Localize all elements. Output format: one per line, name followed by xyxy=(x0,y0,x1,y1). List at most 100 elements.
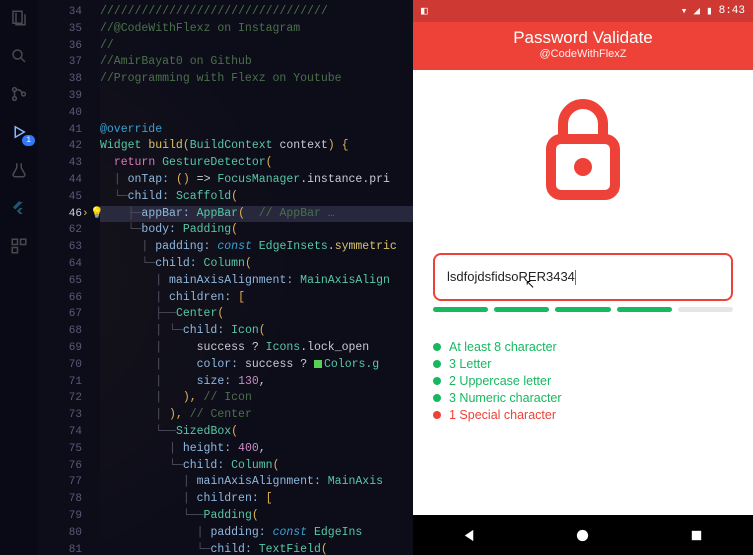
code-line[interactable]: | children: [ xyxy=(100,491,413,508)
code-line[interactable]: | ), // Center xyxy=(100,407,413,424)
code-line[interactable]: // xyxy=(100,38,413,55)
rule-text: 2 Uppercase letter xyxy=(449,374,551,388)
line-number: 35 xyxy=(38,21,100,38)
password-value: lsdfojdsfidsoRER3434 xyxy=(447,269,575,284)
app-bar: Password Validate @CodeWithFlexZ xyxy=(413,22,753,70)
validation-rule: 3 Numeric character xyxy=(433,389,733,406)
line-number: 62 xyxy=(38,222,100,239)
password-input[interactable]: lsdfojdsfidsoRER3434 ↖ xyxy=(433,253,733,301)
line-number: 43 xyxy=(38,155,100,172)
code-line[interactable]: | height: 400, xyxy=(100,441,413,458)
rule-text: 3 Numeric character xyxy=(449,391,562,405)
line-number: 41 xyxy=(38,122,100,139)
code-line[interactable]: └──Padding( xyxy=(100,508,413,525)
validation-rule: 1 Special character xyxy=(433,406,733,423)
code-line[interactable]: Widget build(BuildContext context) { xyxy=(100,138,413,155)
code-line[interactable] xyxy=(100,88,413,105)
code-line[interactable]: | padding: const EdgeIns xyxy=(100,525,413,542)
code-area[interactable]: ///////////////////////////////////@Code… xyxy=(100,0,413,555)
code-line[interactable]: | mainAxisAlignment: MainAxis xyxy=(100,474,413,491)
flutter-icon[interactable] xyxy=(9,198,29,218)
source-control-icon[interactable] xyxy=(9,84,29,104)
code-line[interactable]: | size: 130, xyxy=(100,374,413,391)
code-line[interactable]: | children: [ xyxy=(100,290,413,307)
line-number: 67 xyxy=(38,306,100,323)
recents-button[interactable] xyxy=(689,528,704,543)
strength-meter xyxy=(433,307,733,312)
rule-text: 3 Letter xyxy=(449,357,491,371)
strength-segment xyxy=(678,307,733,312)
mouse-cursor-icon: ↖ xyxy=(525,277,535,291)
code-line[interactable]: └─child: Scaffold( xyxy=(100,189,413,206)
line-number: 81 xyxy=(38,542,100,555)
line-number: 37 xyxy=(38,54,100,71)
code-line[interactable]: ├──Center( xyxy=(100,306,413,323)
code-line[interactable] xyxy=(100,105,413,122)
line-number: 36 xyxy=(38,38,100,55)
code-line[interactable]: | success ? Icons.lock_open xyxy=(100,340,413,357)
search-icon[interactable] xyxy=(9,46,29,66)
android-status-bar: ◧ ▾ ◢ ▮ 8:43 xyxy=(413,0,753,22)
validation-rule: 3 Letter xyxy=(433,355,733,372)
code-line[interactable]: └─child: TextField( xyxy=(100,542,413,555)
app-body: lsdfojdsfidsoRER3434 ↖ At least 8 charac… xyxy=(413,70,753,515)
app-title: Password Validate xyxy=(413,28,753,48)
line-number: 39 xyxy=(38,88,100,105)
line-number: 40 xyxy=(38,105,100,122)
debug-icon[interactable] xyxy=(9,122,29,142)
rule-status-icon xyxy=(433,360,441,368)
line-number: 76 xyxy=(38,458,100,475)
battery-icon: ▮ xyxy=(706,4,713,18)
line-number: 75 xyxy=(38,441,100,458)
code-line[interactable]: | └─child: Icon( xyxy=(100,323,413,340)
rule-status-icon xyxy=(433,411,441,419)
code-line[interactable]: //@CodeWithFlexz on Instagram xyxy=(100,21,413,38)
line-number: 66 xyxy=(38,290,100,307)
code-line[interactable]: //Programming with Flexz on Youtube xyxy=(100,71,413,88)
code-line[interactable]: └─body: Padding( xyxy=(100,222,413,239)
line-number: 68 xyxy=(38,323,100,340)
code-line[interactable]: | ), // Icon xyxy=(100,390,413,407)
line-number: 34 xyxy=(38,4,100,21)
activity-bar xyxy=(0,0,38,555)
line-number: 63 xyxy=(38,239,100,256)
signal-icon: ◢ xyxy=(693,4,700,18)
line-number: 42 xyxy=(38,138,100,155)
code-line[interactable]: | color: success ? Colors.g xyxy=(100,357,413,374)
code-line[interactable]: | onTap: () => FocusManager.instance.pri xyxy=(100,172,413,189)
validation-rule: At least 8 character xyxy=(433,338,733,355)
line-number: 73 xyxy=(38,407,100,424)
rule-text: At least 8 character xyxy=(449,340,557,354)
validation-rules: At least 8 character 3 Letter 2 Uppercase … xyxy=(433,338,733,423)
code-line[interactable]: └──SizedBox( xyxy=(100,424,413,441)
strength-segment xyxy=(555,307,610,312)
line-number: 65 xyxy=(38,273,100,290)
lock-icon xyxy=(533,94,633,209)
code-line[interactable]: | mainAxisAlignment: MainAxisAlign xyxy=(100,273,413,290)
code-line[interactable]: ///////////////////////////////// xyxy=(100,4,413,21)
line-number: 71 xyxy=(38,374,100,391)
validation-rule: 2 Uppercase letter xyxy=(433,372,733,389)
code-line[interactable]: @override xyxy=(100,122,413,139)
app-icon-statusbar: ◧ xyxy=(421,4,428,18)
line-gutter: 34353637383940414243444546💡6263646566676… xyxy=(38,0,100,555)
extensions-icon[interactable] xyxy=(9,236,29,256)
line-number: 64 xyxy=(38,256,100,273)
code-line[interactable]: return GestureDetector( xyxy=(100,155,413,172)
rule-status-icon xyxy=(433,343,441,351)
code-line[interactable]: | padding: const EdgeInsets.symmetric xyxy=(100,239,413,256)
line-number: 79 xyxy=(38,508,100,525)
testing-icon[interactable] xyxy=(9,160,29,180)
line-number: 77 xyxy=(38,474,100,491)
explorer-icon[interactable] xyxy=(9,8,29,28)
code-line[interactable]: ├─appBar: AppBar( // AppBar … xyxy=(100,206,413,223)
back-button[interactable] xyxy=(462,528,477,543)
strength-segment xyxy=(433,307,488,312)
code-line[interactable]: └─child: Column( xyxy=(100,256,413,273)
code-line[interactable]: └─child: Column( xyxy=(100,458,413,475)
rule-status-icon xyxy=(433,377,441,385)
line-number: 44 xyxy=(38,172,100,189)
code-line[interactable]: //AmirBayat0 on Github xyxy=(100,54,413,71)
line-number: 69 xyxy=(38,340,100,357)
home-button[interactable] xyxy=(575,528,590,543)
